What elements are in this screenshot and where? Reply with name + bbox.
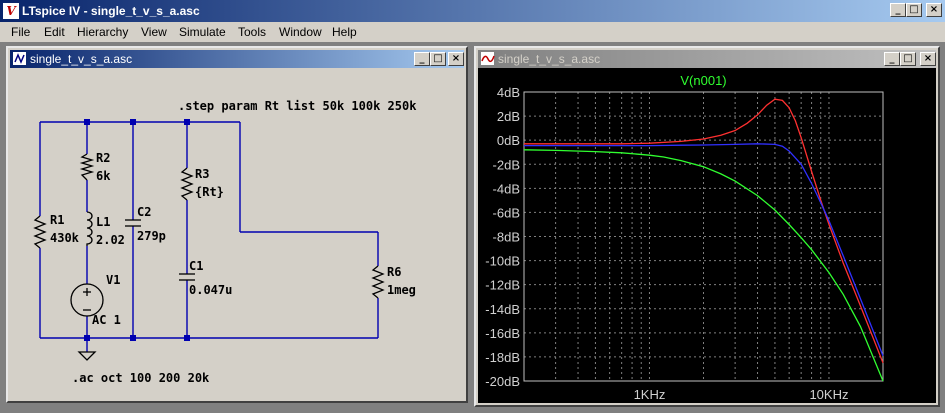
r1-value[interactable]: 430k	[50, 231, 80, 245]
y-tick-label: -14dB	[485, 302, 520, 317]
schematic-close-button[interactable]: ×	[448, 52, 464, 66]
plot-maximize-button[interactable]: □	[900, 52, 916, 66]
r2-symbol	[79, 153, 95, 181]
waveform-icon	[481, 52, 495, 65]
ltspice-logo-icon[interactable]: V	[3, 3, 19, 19]
menu-edit[interactable]: Edit	[44, 25, 65, 39]
c2-value[interactable]: 279p	[137, 229, 166, 243]
x-tick-label: 10KHz	[809, 387, 848, 402]
ac-directive[interactable]: .ac oct 100 200 20k	[72, 371, 210, 385]
v1-name[interactable]: V1	[106, 273, 120, 287]
y-tick-label: 0dB	[497, 133, 520, 148]
plot-window[interactable]: single_t_v_s_a.asc _ □ × 4dB 2dB 0dB -2dB -4…	[474, 46, 940, 407]
r6-value[interactable]: 1meg	[387, 283, 416, 297]
menu-file[interactable]: File	[11, 25, 30, 39]
menu-simulate[interactable]: Simulate	[179, 25, 226, 39]
waveform-plot[interactable]: 4dB 2dB 0dB -2dB -4dB -6dB -8dB -10dB -12dB -14dB…	[478, 68, 936, 403]
r1-name[interactable]: R1	[50, 213, 64, 227]
schematic-window[interactable]: single_t_v_s_a.asc _ □ × .step param Rt …	[6, 46, 468, 403]
c1-value[interactable]: 0.047u	[189, 283, 232, 297]
l1-name[interactable]: L1	[96, 215, 110, 229]
c2-name[interactable]: C2	[137, 205, 151, 219]
schematic-title: single_t_v_s_a.asc	[30, 52, 133, 66]
y-tick-label: -16dB	[485, 326, 520, 341]
app-title-bar: V LTspice IV - single_t_v_s_a.asc _ □ ×	[0, 0, 945, 22]
r3-name[interactable]: R3	[195, 167, 209, 181]
r6-symbol	[371, 265, 385, 299]
menu-window[interactable]: Window	[279, 25, 322, 39]
plot-title: single_t_v_s_a.asc	[498, 52, 601, 66]
r3-symbol	[180, 167, 194, 201]
minimize-button[interactable]: _	[890, 3, 906, 17]
menu-hierarchy[interactable]: Hierarchy	[77, 25, 128, 39]
y-tick-label: -10dB	[485, 254, 520, 269]
schematic-maximize-button[interactable]: □	[430, 52, 446, 66]
r3-value[interactable]: {Rt}	[195, 185, 224, 199]
ground-symbol	[77, 351, 97, 361]
plot-title-bar[interactable]: single_t_v_s_a.asc _ □ ×	[478, 50, 936, 68]
maximize-button[interactable]: □	[906, 3, 922, 17]
plot-close-button[interactable]: ×	[920, 52, 936, 66]
plot-trace-title: V(n001)	[680, 73, 726, 88]
close-button[interactable]: ×	[926, 3, 942, 17]
mdi-workspace: single_t_v_s_a.asc _ □ × .step param Rt …	[0, 42, 945, 413]
menu-bar: File Edit Hierarchy View Simulate Tools …	[0, 22, 945, 42]
y-tick-label: -18dB	[485, 350, 520, 365]
r2-value[interactable]: 6k	[96, 169, 111, 183]
x-tick-label: 1KHz	[634, 387, 666, 402]
r1-symbol	[33, 215, 47, 249]
y-tick-label: -8dB	[493, 230, 520, 245]
schematic-minimize-button[interactable]: _	[414, 52, 430, 66]
y-tick-label: -6dB	[493, 205, 520, 220]
r6-name[interactable]: R6	[387, 265, 401, 279]
app-title: LTspice IV - single_t_v_s_a.asc	[22, 4, 200, 18]
y-tick-label: -20dB	[485, 374, 520, 389]
y-tick-label: 2dB	[497, 109, 520, 124]
y-tick-label: 4dB	[497, 85, 520, 100]
step-directive[interactable]: .step param Rt list 50k 100k 250k	[178, 99, 417, 113]
l1-symbol	[86, 211, 93, 246]
plot-minimize-button[interactable]: _	[884, 52, 900, 66]
schematic-canvas[interactable]: .step param Rt list 50k 100k 250k .ac oc…	[8, 68, 466, 401]
l1-value[interactable]: 2.02	[96, 233, 125, 247]
y-tick-label: -2dB	[493, 157, 520, 172]
schematic-icon	[13, 52, 26, 65]
menu-help[interactable]: Help	[332, 25, 357, 39]
v1-value[interactable]: AC 1	[92, 313, 121, 327]
plot-background	[478, 68, 936, 403]
y-tick-label: -4dB	[493, 181, 520, 196]
r2-name[interactable]: R2	[96, 151, 110, 165]
schematic-title-bar[interactable]: single_t_v_s_a.asc _ □ ×	[10, 50, 464, 68]
menu-view[interactable]: View	[141, 25, 167, 39]
y-tick-label: -12dB	[485, 278, 520, 293]
c1-name[interactable]: C1	[189, 259, 203, 273]
menu-tools[interactable]: Tools	[238, 25, 266, 39]
